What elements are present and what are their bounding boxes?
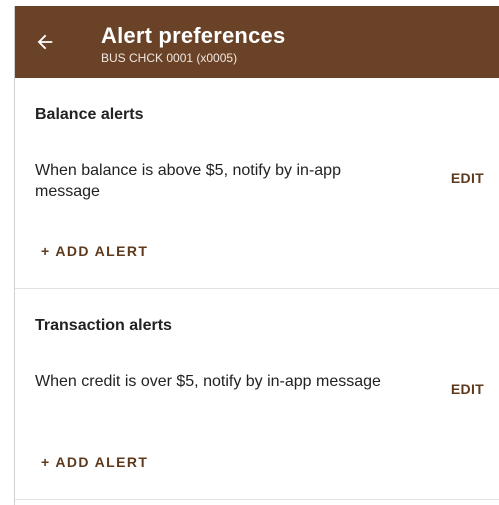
add-alert-button[interactable]: + ADD ALERT xyxy=(41,243,148,259)
page-title: Alert preferences xyxy=(101,23,286,48)
back-button[interactable] xyxy=(31,28,59,56)
arrow-left-icon xyxy=(37,34,53,50)
transaction-alerts-section: Transaction alerts When credit is over $… xyxy=(15,289,499,500)
add-alert-button[interactable]: + ADD ALERT xyxy=(41,454,148,470)
section-header: Balance alerts xyxy=(35,106,144,123)
account-subtitle: BUS CHCK 0001 (x0005) xyxy=(101,51,238,65)
alert-rule-text: When credit is over $5, notify by in-app… xyxy=(35,373,381,390)
balance-alerts-section: Balance alerts When balance is above $5,… xyxy=(15,78,499,289)
alert-rule-text: When balance is above $5, notify by in-a… xyxy=(35,162,341,200)
edit-button[interactable]: EDIT xyxy=(451,381,484,397)
app-screen: Alert preferences BUS CHCK 0001 (x0005) … xyxy=(14,6,499,505)
alerts-list: Balance alerts When balance is above $5,… xyxy=(15,78,499,500)
section-header: Transaction alerts xyxy=(35,317,172,334)
edit-button[interactable]: EDIT xyxy=(451,170,484,186)
app-bar: Alert preferences BUS CHCK 0001 (x0005) xyxy=(15,6,499,78)
